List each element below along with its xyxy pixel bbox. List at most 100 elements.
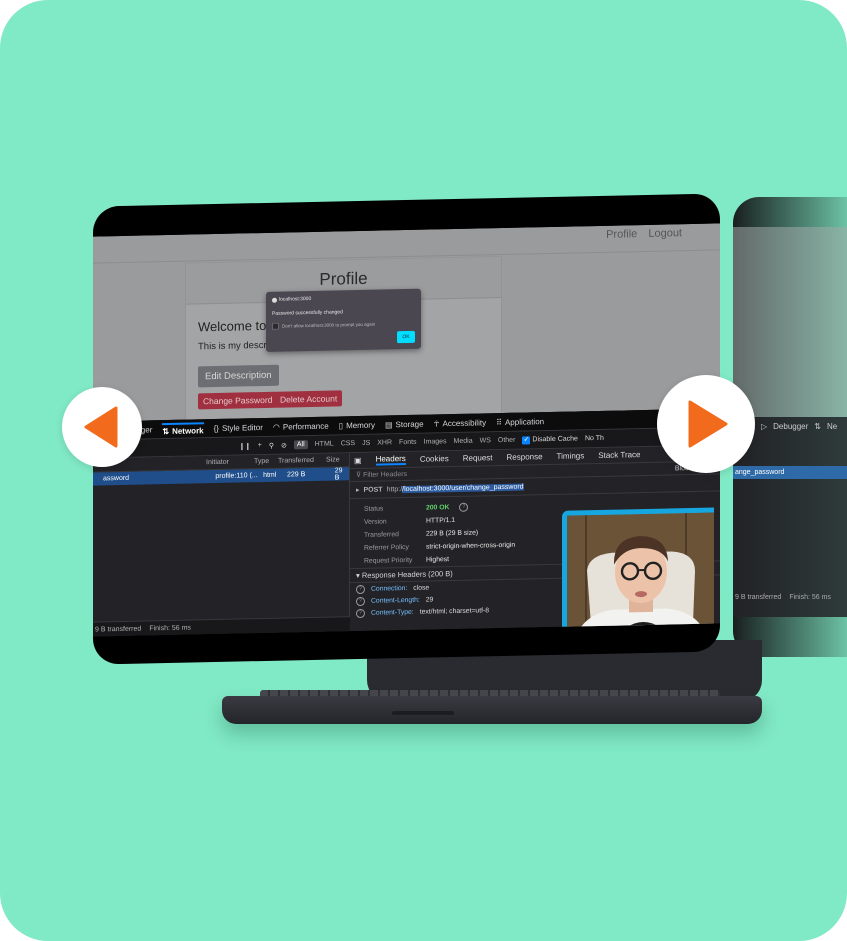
filter-js[interactable]: JS	[362, 440, 370, 447]
tab-timings[interactable]: Timings	[557, 451, 585, 461]
application-icon: ⠿	[496, 417, 502, 427]
filter-placeholder: Filter Headers	[363, 470, 408, 479]
summary-key: Referrer Policy	[364, 543, 409, 552]
storage-icon: ▤	[384, 419, 393, 429]
filter-xhr[interactable]: XHR	[377, 439, 392, 446]
disable-cache-toggle[interactable]: ✓ Disable Cache	[522, 434, 578, 445]
tab-style-editor[interactable]: {} Style Editor	[214, 423, 263, 433]
change-password-button[interactable]: Change Password	[198, 391, 278, 410]
tab-cookies[interactable]: Cookies	[420, 454, 449, 464]
expand-icon[interactable]: ▸	[356, 486, 360, 494]
tab-style-editor-label: Style Editor	[221, 422, 263, 433]
tab-request[interactable]: Request	[463, 453, 493, 463]
summary-key: Status	[364, 505, 384, 513]
ghost-tab-network: Ne	[827, 422, 838, 431]
tab-accessibility[interactable]: ☥ Accessibility	[434, 418, 487, 428]
status-code: 200 OK	[426, 504, 450, 512]
tab-memory-label: Memory	[346, 420, 375, 430]
tab-headers[interactable]: Headers	[375, 454, 406, 466]
site-nav: Profile Logout	[598, 227, 682, 241]
filter-fonts[interactable]: Fonts	[399, 439, 417, 446]
tab-application[interactable]: ⠿ Application	[496, 417, 544, 427]
ghost-transferred: 9 B transferred	[735, 594, 782, 601]
help-icon[interactable]: ?	[356, 584, 365, 594]
filter-images[interactable]: Images	[424, 438, 447, 445]
filter-all[interactable]: All	[293, 440, 308, 450]
col-initiator[interactable]: Initiator	[206, 458, 254, 466]
search-icon[interactable]: ⚲	[269, 441, 274, 449]
delete-account-button[interactable]: Delete Account	[275, 390, 343, 408]
row-transferred: 229 B	[286, 471, 306, 479]
request-list: Initiator Type Transferred Size assword …	[93, 453, 351, 637]
dialog-message: Password successfully changed	[272, 309, 343, 317]
response-headers-title: Response Headers (200 B)	[361, 569, 453, 580]
tab-performance-label: Performance	[282, 421, 329, 432]
tab-performance[interactable]: ◠ Performance	[273, 421, 329, 431]
dialog-checkbox-row[interactable]: Don't allow localhost:3000 to prompt you…	[272, 321, 375, 330]
tab-stack-trace[interactable]: Stack Trace	[598, 450, 640, 460]
filter-media[interactable]: Media	[454, 438, 473, 445]
network-icon: ⇅	[814, 422, 821, 431]
col-transferred[interactable]: Transferred	[278, 457, 326, 465]
header-value: 29	[425, 595, 434, 604]
col-type[interactable]: Type	[254, 458, 278, 465]
header-name: Content-Length:	[371, 596, 420, 605]
header-name: Content-Type:	[371, 608, 414, 617]
help-icon[interactable]: ?	[356, 596, 365, 606]
ghost-tab-debugger: Debugger	[773, 422, 809, 431]
background-card: ▷ Debugger ⇅ Ne ange_password 9 B transf…	[0, 0, 847, 941]
filter-ws[interactable]: WS	[480, 437, 491, 444]
filter-other[interactable]: Other	[498, 437, 516, 444]
edit-description-button[interactable]: Edit Description	[198, 364, 279, 388]
filter-css[interactable]: CSS	[341, 440, 355, 447]
header-name: Connection:	[371, 584, 408, 593]
request-method: POST	[363, 486, 383, 494]
status-transferred: 9 B transferred	[95, 625, 142, 634]
dialog-checkbox[interactable]	[272, 322, 279, 330]
summary-value: 229 B (29 B size)	[426, 529, 479, 538]
alert-dialog: localhost:3000 Password successfully cha…	[266, 288, 421, 352]
tab-storage[interactable]: ▤ Storage	[385, 419, 424, 429]
network-icon: ⇅	[162, 426, 170, 436]
pause-icon[interactable]: ❙❙	[239, 442, 251, 450]
toggle-sidebar-icon[interactable]: ▣	[354, 456, 362, 465]
block-icon[interactable]: ⊘	[281, 441, 287, 449]
row-file: assword	[103, 474, 130, 483]
summary-key: Version	[364, 518, 387, 526]
summary-value: HTTP/1.1	[426, 516, 456, 525]
request-scheme: http:/	[386, 485, 403, 493]
disable-cache-label: Disable Cache	[532, 434, 578, 443]
globe-icon	[272, 297, 277, 303]
add-icon[interactable]: +	[258, 442, 262, 449]
ghost-finish: Finish: 56 ms	[789, 594, 831, 601]
help-icon[interactable]: ?	[459, 502, 469, 512]
webcam-overlay	[562, 507, 714, 637]
summary-value: Highest	[426, 556, 450, 564]
help-icon[interactable]: ?	[356, 608, 365, 618]
tab-memory[interactable]: ▯ Memory	[339, 420, 375, 430]
performance-icon: ◠	[272, 422, 280, 432]
next-slide-button[interactable]	[657, 375, 755, 473]
nav-profile-link[interactable]: Profile	[606, 228, 637, 241]
filter-html[interactable]: HTML	[315, 441, 334, 448]
tab-network[interactable]: ⇅ Network	[162, 421, 204, 436]
throttle-select[interactable]: No Th	[585, 435, 604, 442]
accessibility-icon: ☥	[433, 418, 440, 428]
website: Profile Logout Profile Welcome to y This…	[93, 223, 720, 425]
dialog-checkbox-label: Don't allow localhost:3000 to prompt you…	[282, 321, 376, 329]
presenter-video	[567, 512, 714, 637]
row-initiator: profile:110 (...	[215, 472, 258, 481]
summary-key: Request Priority	[364, 556, 413, 565]
ghost-row: ange_password	[733, 466, 847, 479]
request-url: /localhost:3000/user/change_password	[402, 483, 524, 493]
nav-logout-link[interactable]: Logout	[648, 227, 682, 240]
description-text: This is my descrip	[198, 339, 275, 353]
previous-slide-button[interactable]	[62, 387, 142, 467]
header-value: text/html; charset=utf-8	[419, 606, 490, 616]
col-size[interactable]: Size	[326, 456, 340, 463]
tab-accessibility-label: Accessibility	[442, 417, 487, 428]
main-screen: Profile Logout Profile Welcome to y This…	[93, 193, 720, 665]
tab-response[interactable]: Response	[507, 452, 543, 462]
memory-icon: ▯	[338, 420, 344, 430]
dialog-ok-button[interactable]: OK	[397, 330, 415, 344]
